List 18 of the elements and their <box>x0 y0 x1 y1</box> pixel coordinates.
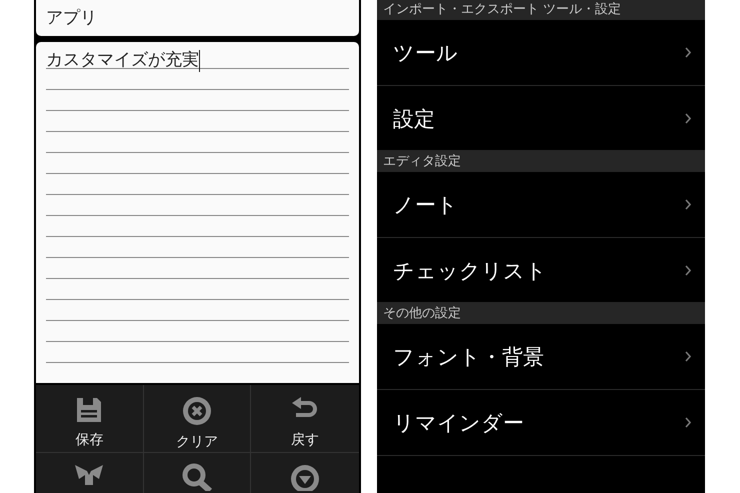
text-cursor <box>199 50 200 72</box>
section-header: エディタ設定 <box>377 150 705 172</box>
chevron-right-icon <box>685 351 691 362</box>
section-header: インポート・エクスポート ツール・設定 <box>377 0 705 20</box>
chevron-right-icon <box>685 113 691 124</box>
chevron-right-icon <box>685 417 691 428</box>
chevron-right-icon <box>685 47 691 58</box>
chevron-right-icon <box>685 199 691 210</box>
close-icon <box>180 395 213 427</box>
clear-button[interactable]: クリア <box>144 385 252 453</box>
dropdown-icon <box>289 463 322 491</box>
section-header: その他の設定 <box>377 302 705 324</box>
title-field[interactable]: アプリ <box>36 0 359 36</box>
search-icon <box>180 463 213 491</box>
chevron-right-icon <box>685 265 691 276</box>
save-button[interactable]: 保存 <box>36 385 144 453</box>
note-field[interactable]: カスタマイズが充実 <box>36 42 359 383</box>
note-text: カスタマイズが充実 <box>46 50 199 70</box>
